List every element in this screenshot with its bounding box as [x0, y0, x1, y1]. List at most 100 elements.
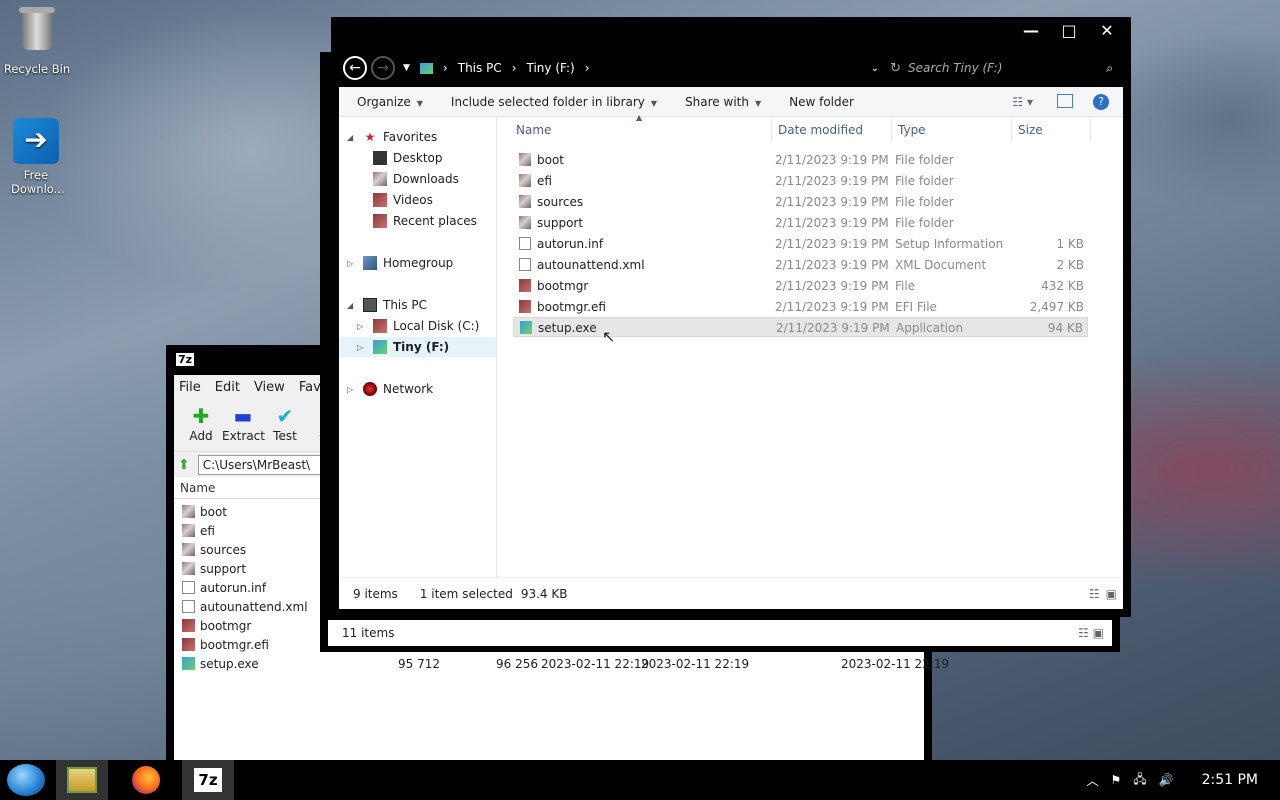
file-name: boot: [537, 153, 565, 167]
folder-icon: [519, 216, 531, 229]
desktop-icon-recycle-bin[interactable]: Recycle Bin: [2, 7, 72, 76]
close-button[interactable]: ✕: [1099, 21, 1115, 40]
nav-label: Videos: [393, 193, 433, 207]
include-in-library-button[interactable]: Include selected folder in library ▼: [451, 95, 657, 109]
menu-view[interactable]: View: [254, 380, 285, 395]
table-row[interactable]: support 2/11/2023 9:19 PM File folder: [513, 213, 1088, 233]
test-button[interactable]: ✔ Test: [264, 399, 306, 451]
show-hidden-icons-chevron-icon[interactable]: ︿: [1086, 772, 1098, 789]
preview-pane-icon[interactable]: [1057, 94, 1073, 108]
folder-icon: [182, 543, 195, 556]
details-view-icon[interactable]: ☷: [1089, 587, 1100, 601]
nav-item-recent-places[interactable]: Recent places: [373, 211, 477, 231]
nav-item-network[interactable]: ▷ Network: [347, 379, 433, 399]
nav-item-desktop[interactable]: Desktop: [373, 148, 443, 168]
up-folder-icon[interactable]: ⬆: [178, 457, 190, 473]
file-name: bootmgr: [200, 618, 252, 633]
test-icon: ✔: [276, 404, 294, 428]
expand-icon[interactable]: ▷: [357, 322, 367, 331]
search-input[interactable]: Search Tiny (F:) ⌕: [908, 58, 1113, 78]
table-row[interactable]: autounattend.xml 2/11/2023 9:19 PM XML Doc…: [513, 255, 1088, 275]
expand-icon[interactable]: ▷: [357, 343, 367, 352]
nav-item-homegroup[interactable]: ▷ Homegroup: [347, 253, 453, 273]
view-toggle-icons[interactable]: ☷ ▣: [1078, 626, 1104, 640]
nav-item-tiny-f[interactable]: ▷ Tiny (F:): [339, 337, 496, 357]
explorer-content: Organize ▼ Include selected folder in lib…: [339, 87, 1123, 609]
organize-button[interactable]: Organize ▼: [357, 95, 423, 109]
file-list-view: Name ▲ Date modified Type Size boot 2/11/…: [498, 113, 1123, 577]
nav-label: This PC: [383, 298, 427, 312]
table-row[interactable]: efi 2/11/2023 9:19 PM File folder: [513, 171, 1088, 191]
column-header-size[interactable]: Size: [1018, 123, 1043, 137]
file-type: File folder: [895, 153, 954, 167]
back-button[interactable]: ←: [343, 56, 367, 80]
expand-icon[interactable]: ▷: [347, 259, 357, 268]
share-with-button[interactable]: Share with ▼: [685, 95, 761, 109]
command-bar: Organize ▼ Include selected folder in lib…: [339, 87, 1123, 117]
address-dropdown-icon[interactable]: ⌄: [871, 63, 879, 74]
firefox-icon: [132, 766, 160, 794]
forward-button[interactable]: →: [371, 56, 395, 80]
list-item[interactable]: setup.exe 95 712 96 256 2023-02-11 22:19…: [174, 654, 949, 673]
nav-item-favorites[interactable]: ◢ ★ Favorites: [347, 127, 437, 147]
nav-label: Homegroup: [383, 256, 454, 270]
taskbar-firefox[interactable]: [120, 760, 172, 800]
file-date: 2/11/2023 9:19 PM: [775, 237, 889, 251]
taskbar-file-explorer[interactable]: [56, 760, 108, 800]
table-row[interactable]: bootmgr 2/11/2023 9:19 PM File 432 KB: [513, 276, 1088, 296]
column-header-name[interactable]: Name: [516, 123, 551, 137]
add-button[interactable]: ✚ Add: [180, 399, 222, 451]
refresh-icon[interactable]: ↻: [890, 61, 901, 76]
collapse-icon[interactable]: ◢: [347, 133, 357, 142]
taskbar-7zip[interactable]: 7z: [182, 760, 234, 800]
efi-file-icon: [519, 300, 531, 313]
table-row[interactable]: sources 2/11/2023 9:19 PM File folder: [513, 192, 1088, 212]
recent-locations-chevron-icon[interactable]: ▼: [403, 63, 410, 73]
change-view-icon[interactable]: ☷ ▾: [1012, 95, 1033, 109]
table-row[interactable]: autorun.inf 2/11/2023 9:19 PM Setup Inform…: [513, 234, 1088, 254]
nav-label: Tiny (F:): [393, 340, 450, 354]
drive-icon: [419, 62, 433, 74]
help-icon[interactable]: ?: [1093, 94, 1109, 110]
file-name: sources: [200, 542, 247, 557]
breadcrumb-separator-icon[interactable]: ›: [585, 61, 590, 75]
sort-ascending-icon: ▲: [636, 113, 643, 122]
file-name: setup.exe: [538, 321, 597, 335]
file-name: efi: [200, 523, 215, 538]
nav-item-videos[interactable]: Videos: [373, 190, 433, 210]
breadcrumb-tiny-f[interactable]: Tiny (F:): [527, 61, 575, 75]
clock[interactable]: 2:51 PM: [1202, 772, 1258, 788]
extract-button[interactable]: ▬ Extract: [222, 399, 265, 451]
menu-edit[interactable]: Edit: [215, 380, 240, 395]
table-row-selected[interactable]: setup.exe 2/11/2023 9:19 PM Application 94 …: [513, 317, 1088, 337]
minimize-button[interactable]: —: [1023, 21, 1039, 40]
desktop-icon-free-download-manager[interactable]: ➔ Free Downlo...: [1, 118, 71, 196]
new-folder-button[interactable]: New folder: [789, 95, 854, 109]
file-date: 2/11/2023 9:19 PM: [775, 279, 889, 293]
network-status-icon[interactable]: 🖧: [1133, 770, 1146, 791]
nav-item-this-pc[interactable]: ◢ This PC: [347, 295, 427, 315]
start-orb-icon[interactable]: [7, 764, 45, 796]
item-count: 11 items: [342, 626, 395, 640]
maximize-button[interactable]: □: [1061, 21, 1077, 40]
chevron-down-icon: ▼: [416, 98, 423, 108]
file-type: File: [895, 279, 916, 293]
table-row[interactable]: boot 2/11/2023 9:19 PM File folder: [513, 150, 1088, 170]
breadcrumb-separator-icon[interactable]: ›: [512, 61, 517, 75]
menu-file[interactable]: File: [179, 380, 201, 395]
nav-item-downloads[interactable]: Downloads: [373, 169, 459, 189]
system-tray: ︿ ⚑ 🖧 🔊 2:51 PM: [1086, 760, 1280, 800]
table-row[interactable]: bootmgr.efi 2/11/2023 9:19 PM EFI File 2,49…: [513, 297, 1088, 317]
file-type: File folder: [895, 216, 954, 230]
volume-icon[interactable]: 🔊: [1159, 773, 1174, 787]
action-center-flag-icon[interactable]: ⚑: [1110, 773, 1121, 787]
collapse-icon[interactable]: ◢: [347, 301, 357, 310]
column-header-date-modified[interactable]: Date modified: [778, 123, 863, 137]
breadcrumb-this-pc[interactable]: This PC: [458, 61, 502, 75]
large-icons-view-icon[interactable]: ▣: [1106, 587, 1117, 601]
nav-item-local-disk-c[interactable]: ▷ Local Disk (C:): [357, 316, 479, 336]
breadcrumb-separator-icon[interactable]: ›: [443, 61, 448, 75]
explorer-window: — □ ✕ ← → ▼ › This PC › Tiny (F:) › ⌄ ↻ …: [331, 17, 1131, 617]
column-header-type[interactable]: Type: [898, 123, 926, 137]
expand-icon[interactable]: ▷: [347, 385, 357, 394]
